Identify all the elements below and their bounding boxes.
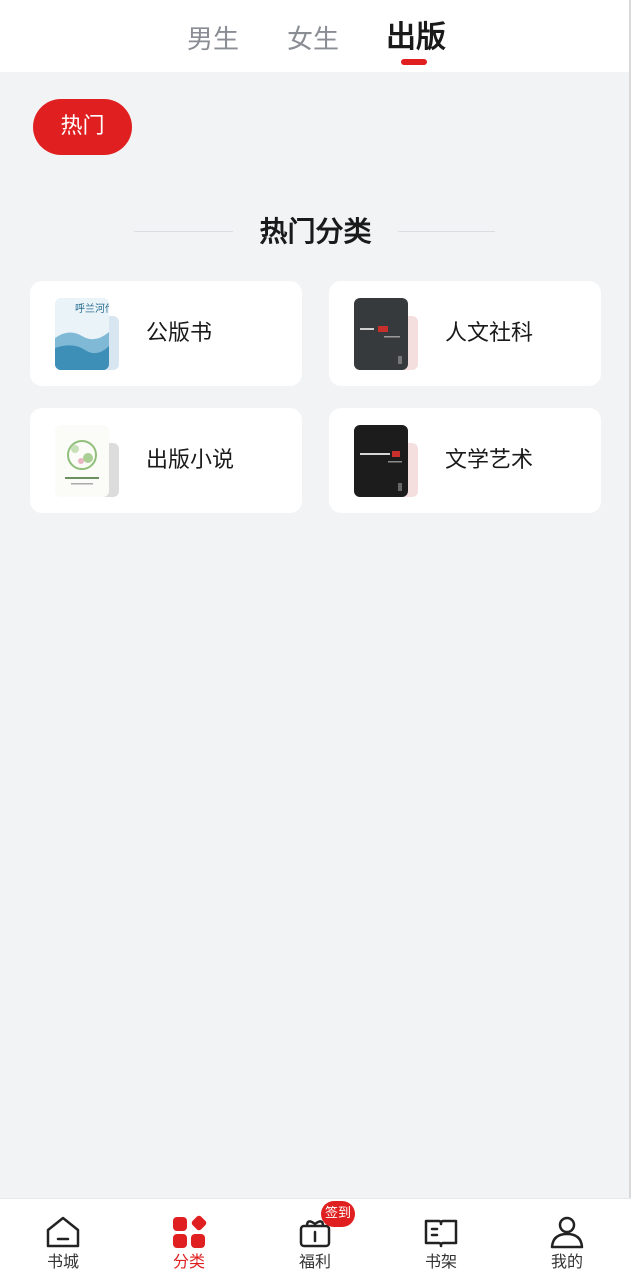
filter-chip-hot[interactable]: 热门 — [33, 99, 132, 155]
category-card-literature-art[interactable]: 文学艺术 — [329, 408, 601, 513]
nav-label: 书架 — [424, 1252, 457, 1271]
book-cover-stack — [55, 425, 121, 497]
light-blue-landscape-cover: 呼兰河传 — [55, 298, 109, 370]
nav-profile[interactable]: 我的 — [504, 1199, 630, 1280]
top-tab-bar: 男生 女生 出版 — [0, 0, 631, 72]
bottom-navigation: 书城 分类 福利 书架 我的 — [0, 1198, 631, 1280]
open-book-icon — [424, 1219, 458, 1248]
book-cover-stack: 呼兰河传 — [55, 298, 121, 370]
section-title: 热门分类 — [259, 215, 372, 248]
category-card-published-novels[interactable]: 出版小说 — [30, 408, 302, 513]
nav-bookstore[interactable]: 书城 — [0, 1199, 126, 1280]
tab-female[interactable]: 女生 — [287, 20, 339, 60]
active-tab-indicator — [401, 59, 427, 65]
category-card-public-domain[interactable]: 呼兰河传 公版书 — [30, 281, 302, 386]
category-label: 人文社科 — [445, 321, 534, 346]
category-grid-icon — [173, 1215, 207, 1248]
category-label: 公版书 — [146, 321, 213, 346]
nav-label: 分类 — [172, 1252, 205, 1271]
nav-bookshelf[interactable]: 书架 — [378, 1199, 504, 1280]
cover-title-text: 呼兰河传 — [75, 302, 109, 315]
category-card-humanities[interactable]: 人文社科 — [329, 281, 601, 386]
checkin-badge[interactable]: 签到 — [321, 1201, 355, 1227]
dark-grey-cover — [354, 298, 408, 370]
book-cover-stack — [354, 298, 420, 370]
nav-welfare[interactable]: 福利 — [252, 1199, 378, 1280]
book-cover-stack — [354, 425, 420, 497]
nav-label: 福利 — [298, 1252, 331, 1271]
nav-category[interactable]: 分类 — [126, 1199, 252, 1280]
black-cover — [354, 425, 408, 497]
home-icon — [46, 1216, 80, 1248]
category-label: 文学艺术 — [445, 448, 534, 473]
nav-label: 我的 — [550, 1252, 583, 1271]
white-floral-cover — [55, 425, 109, 497]
tab-publishing[interactable]: 出版 — [386, 18, 446, 58]
category-label: 出版小说 — [146, 448, 235, 473]
nav-label: 书城 — [46, 1252, 79, 1271]
user-icon — [550, 1216, 584, 1249]
tab-male[interactable]: 男生 — [187, 20, 239, 60]
